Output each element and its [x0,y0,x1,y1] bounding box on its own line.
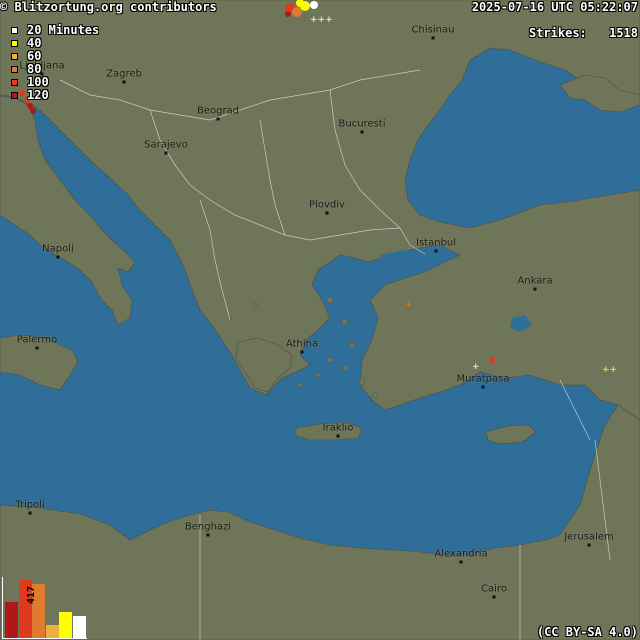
city-marker [164,151,168,155]
strikes-counter: Strikes: 1518 [529,27,638,40]
strikes-count: 1518 [609,26,638,40]
legend-swatch [11,53,18,60]
city-marker [35,346,39,350]
city-label: Muratpasa [456,373,510,385]
city-label: Iraklio [322,422,354,434]
city-marker [336,434,340,438]
svg-text:+: + [472,362,480,372]
city-label: Bucuresti [338,118,386,130]
strike-histogram [2,577,87,639]
svg-text:+: + [405,300,413,310]
city-marker [216,117,220,121]
city-label: Benghazi [184,521,232,533]
histogram-bar [59,612,72,638]
legend-swatch [11,40,18,47]
svg-text:++: ++ [602,365,617,375]
strikes-label: Strikes: [528,26,587,40]
city-marker [587,543,591,547]
city-marker [325,211,329,215]
city-label: Napoli [42,243,74,255]
city-label: Alexandria [434,548,488,560]
legend-item: 20 Minutes [0,24,99,37]
city-label: Sarajevo [144,139,188,151]
city-label: Istanbul [415,237,457,249]
city-label: Plovdiv [309,199,345,211]
city-label: Tripoli [15,499,45,511]
city-label: Beograd [196,105,240,117]
legend-label: 120 [27,88,49,102]
city-label: Palermo [16,334,58,346]
copyright-text: © Blitzortung.org contributors [0,0,217,14]
city-label: Jerusalem [564,531,614,543]
legend-swatch [11,27,18,34]
city-marker [533,287,537,291]
histogram-bar [45,625,59,638]
city-marker [459,560,463,564]
timestamp-text: 2025-07-16 UTC 05:22:07 [471,0,638,14]
license-text: (CC BY-SA 4.0) [536,625,638,639]
svg-text:+++: +++ [310,15,333,25]
city-marker [28,511,32,515]
city-marker [56,255,60,259]
city-marker [360,130,364,134]
city-label: Ankara [517,275,553,287]
city-marker [434,249,438,253]
city-marker [492,595,496,599]
city-marker [122,80,126,84]
city-label: Athina [285,338,319,350]
legend-swatch [11,92,18,99]
city-marker [431,36,435,40]
legend-swatch [11,66,18,73]
city-marker [206,533,210,537]
histogram-bar [5,602,18,638]
city-label: Cairo [481,583,507,595]
time-legend: 20 Minutes 40 60 80 100 120 [0,24,120,104]
legend-item: 120 [0,89,49,102]
city-marker [300,350,304,354]
histogram-max-label: 417 [26,585,37,604]
city-label: Chisinau [411,24,455,36]
city-marker [481,385,485,389]
histogram-bar [72,616,86,638]
legend-swatch [11,79,18,86]
